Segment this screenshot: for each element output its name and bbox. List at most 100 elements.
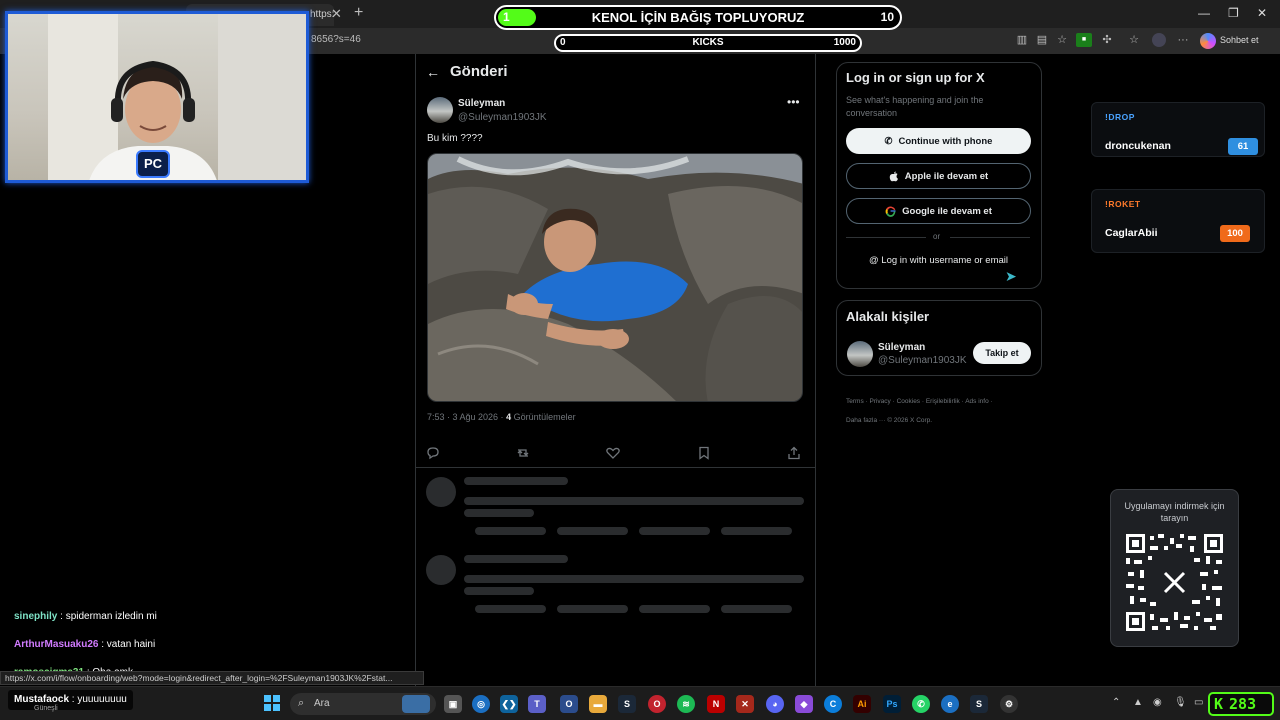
at-icon: @ <box>868 255 879 266</box>
skeleton-line <box>464 509 534 517</box>
roket-tag: !ROKET <box>1105 199 1141 209</box>
like-heart-icon[interactable] <box>605 446 621 460</box>
kicks-goal-bar: 0 KICKS 1000 <box>554 34 862 52</box>
related-handle[interactable]: @Suleyman1903JK <box>878 355 967 366</box>
whatsapp-icon[interactable]: ✆ <box>912 695 930 713</box>
copilot-icon[interactable] <box>1200 33 1216 49</box>
back-arrow-icon[interactable]: ← <box>426 64 440 80</box>
spotify-icon[interactable]: ≋ <box>677 695 695 713</box>
edge-icon[interactable]: e <box>941 695 959 713</box>
chat-message: ArthurMasuaku26 : vatan haini <box>8 635 162 655</box>
chat-username[interactable]: ArthurMasuaku26 <box>14 639 98 650</box>
login-title: Log in or sign up for X <box>846 70 985 85</box>
author-name[interactable]: Süleyman <box>458 98 505 109</box>
tray-app-icon[interactable]: ◉ <box>1153 697 1162 708</box>
bookmark-icon[interactable] <box>696 446 712 460</box>
browser-icon[interactable]: ◎ <box>472 695 490 713</box>
more-menu-icon[interactable]: ··· <box>1176 33 1190 47</box>
chat-username[interactable]: Mustafaock <box>14 694 69 705</box>
reply-icon[interactable] <box>425 446 441 460</box>
outlook-icon[interactable]: O <box>560 695 578 713</box>
more-options-icon[interactable]: ••• <box>787 95 800 109</box>
skeleton-line <box>557 527 628 535</box>
profile-avatar[interactable] <box>1152 33 1166 47</box>
app-icon[interactable]: ◆ <box>795 695 813 713</box>
footer-cookies[interactable]: Cookies <box>897 398 920 405</box>
roket-user: CaglarAbii <box>1105 227 1158 239</box>
skeleton-line <box>721 605 792 613</box>
drop-tag: !DROP <box>1105 112 1135 122</box>
steam-icon[interactable]: S <box>970 695 988 713</box>
teams-icon[interactable]: T <box>528 695 546 713</box>
app-icon[interactable]: C <box>824 695 842 713</box>
file-explorer-icon[interactable]: ▬ <box>589 695 607 713</box>
button-label: Log in with username or email <box>881 255 1009 266</box>
tray-overflow-icon[interactable]: ⌃ <box>1112 697 1120 708</box>
apple-signin-button[interactable]: Apple ile devam et <box>846 163 1031 189</box>
button-label: Apple ile devam et <box>904 170 989 182</box>
favorite-star-icon[interactable]: ☆ <box>1055 33 1069 47</box>
skeleton-line <box>464 575 804 583</box>
share-icon[interactable] <box>786 446 802 460</box>
reading-view-icon[interactable]: ▤ <box>1035 33 1049 47</box>
chat-username[interactable]: sinephily <box>14 611 57 622</box>
footer-ads[interactable]: Ads info <box>965 398 989 405</box>
weather-label[interactable]: Güneşli <box>34 705 58 712</box>
split-screen-icon[interactable]: ▥ <box>1015 33 1029 47</box>
address-url[interactable]: 8656?s=46 <box>311 34 361 45</box>
app-icon[interactable]: N <box>707 695 725 713</box>
view-count: 4 <box>506 412 512 422</box>
minimize-icon[interactable]: — <box>1198 6 1210 20</box>
skeleton-avatar <box>426 477 456 507</box>
skeleton-line <box>639 527 710 535</box>
skeleton-line <box>557 605 628 613</box>
footer-more[interactable]: Daha fazla ··· <box>846 417 885 424</box>
tray-app-icon[interactable]: ▭ <box>1194 697 1203 708</box>
repost-icon[interactable] <box>515 446 531 460</box>
apple-icon <box>889 171 898 181</box>
extension-icon[interactable]: ■ <box>1076 33 1092 47</box>
discord-icon[interactable]: ◕ <box>766 695 784 713</box>
webcam-background <box>218 14 306 180</box>
new-tab-icon[interactable]: + <box>354 4 363 22</box>
close-tab-icon[interactable]: ✕ <box>331 6 342 22</box>
opera-icon[interactable]: O <box>648 695 666 713</box>
steam-icon[interactable]: S <box>618 695 636 713</box>
app-icon[interactable]: ✕ <box>736 695 754 713</box>
maximize-icon[interactable]: ❐ <box>1228 6 1239 20</box>
author-handle[interactable]: @Suleyman1903JK <box>458 112 547 123</box>
favorites-icon[interactable]: ☆ <box>1127 33 1141 47</box>
skeleton-line <box>721 527 792 535</box>
footer-privacy[interactable]: Privacy <box>869 398 890 405</box>
windows-start-icon[interactable] <box>264 695 280 711</box>
related-name[interactable]: Süleyman <box>878 342 925 353</box>
skeleton-line <box>464 477 568 485</box>
app-icon[interactable]: ⚙ <box>1000 695 1018 713</box>
footer-accessibility[interactable]: Erişilebilirlik <box>926 398 960 405</box>
google-signin-button[interactable]: Google ile devam et <box>846 198 1031 224</box>
task-view-icon[interactable]: ▣ <box>444 695 462 713</box>
microphone-icon[interactable]: 🎙 <box>1174 697 1187 708</box>
kick-logo-icon: K <box>1214 695 1224 713</box>
close-window-icon[interactable]: ✕ <box>1257 6 1267 20</box>
donation-goal-bar: 1 KENOL İÇİN BAĞIŞ TOPLUYORUZ 10 <box>494 5 902 30</box>
avatar[interactable] <box>427 97 453 123</box>
tray-app-icon[interactable]: ▲ <box>1133 697 1143 708</box>
search-highlight-icon[interactable] <box>402 695 430 713</box>
illustrator-icon[interactable]: Ai <box>853 695 871 713</box>
photoshop-icon[interactable]: Ps <box>883 695 901 713</box>
login-subtitle: See what's happening and join the conver… <box>846 95 984 118</box>
post-image[interactable] <box>427 153 803 402</box>
footer-terms[interactable]: Terms <box>846 398 864 405</box>
skeleton-line <box>464 587 534 595</box>
vscode-icon[interactable]: ❮❯ <box>500 695 518 713</box>
follow-button[interactable]: Takip et <box>973 342 1031 364</box>
extensions-puzzle-icon[interactable]: ✣ <box>1100 33 1114 47</box>
qr-text: Uygulamayı indirmek için tarayın <box>1124 501 1225 523</box>
donation-goal-max: 10 <box>880 10 894 24</box>
login-username-button[interactable]: @ Log in with username or email <box>846 255 1031 266</box>
post-time[interactable]: 7:53 · 3 Ağu 2026 · <box>427 412 504 422</box>
continue-with-phone-button[interactable]: ✆ Continue with phone <box>846 128 1031 154</box>
avatar[interactable] <box>847 341 873 367</box>
copilot-label[interactable]: Sohbet et <box>1220 35 1259 45</box>
